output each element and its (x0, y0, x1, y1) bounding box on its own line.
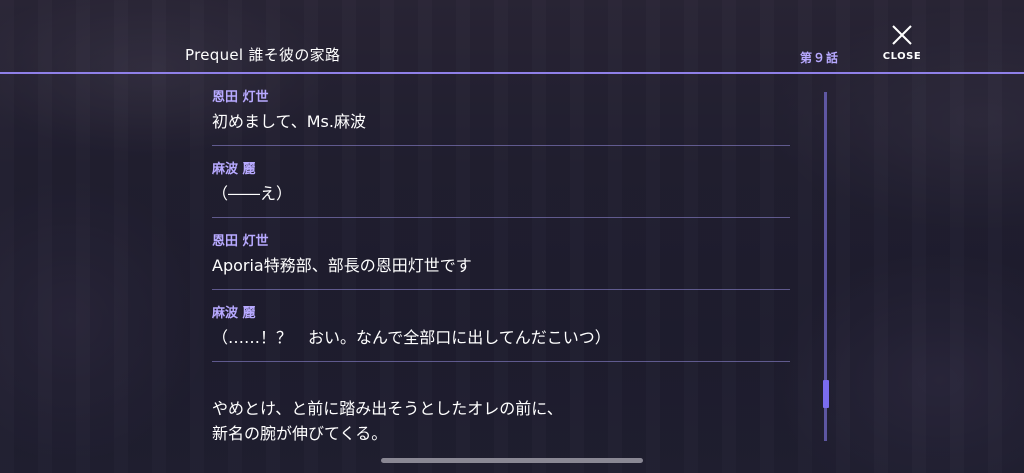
close-label: CLOSE (882, 51, 922, 62)
narration-line: やめとけ、と前に踏み出そうとしたオレの前に、 (212, 399, 563, 418)
dialogue-text: （……！？ おい。なんで全部口に出してんだこいつ） (212, 328, 611, 347)
close-button[interactable]: CLOSE (876, 20, 928, 64)
close-icon (892, 25, 912, 45)
home-indicator[interactable] (381, 458, 643, 463)
speaker-name: 恩田 灯世 (212, 90, 269, 105)
backlog-entry: 麻波 麗 （……！？ おい。なんで全部口に出してんだこいつ） (212, 290, 790, 362)
chapter-label: 第９話 (800, 51, 840, 65)
speaker-name: 麻波 麗 (212, 306, 256, 321)
backlog-entry: 恩田 灯世 Aporia特務部、部長の恩田灯世です (212, 218, 790, 290)
backlog-entry: 麻波 麗 （――え） (212, 146, 790, 218)
backlog-entry: 恩田 灯世 初めまして、Ms.麻波 (212, 74, 790, 146)
narration-line: 新名の腕が伸びてくる。 (212, 424, 388, 443)
dialogue-text: （――え） (212, 184, 293, 203)
speaker-name: 麻波 麗 (212, 162, 256, 177)
dialogue-text: Aporia特務部、部長の恩田灯世です (212, 256, 472, 275)
backlog-list: 恩田 灯世 初めまして、Ms.麻波 麻波 麗 （――え） 恩田 灯世 Apori… (212, 74, 790, 362)
narration-text: やめとけ、と前に踏み出そうとしたオレの前に、 新名の腕が伸びてくる。 (212, 396, 563, 446)
scrollbar-thumb[interactable] (823, 380, 829, 408)
dialogue-text: 初めまして、Ms.麻波 (212, 112, 366, 131)
page-title: Prequel 誰そ彼の家路 (185, 46, 341, 64)
speaker-name: 恩田 灯世 (212, 234, 269, 249)
